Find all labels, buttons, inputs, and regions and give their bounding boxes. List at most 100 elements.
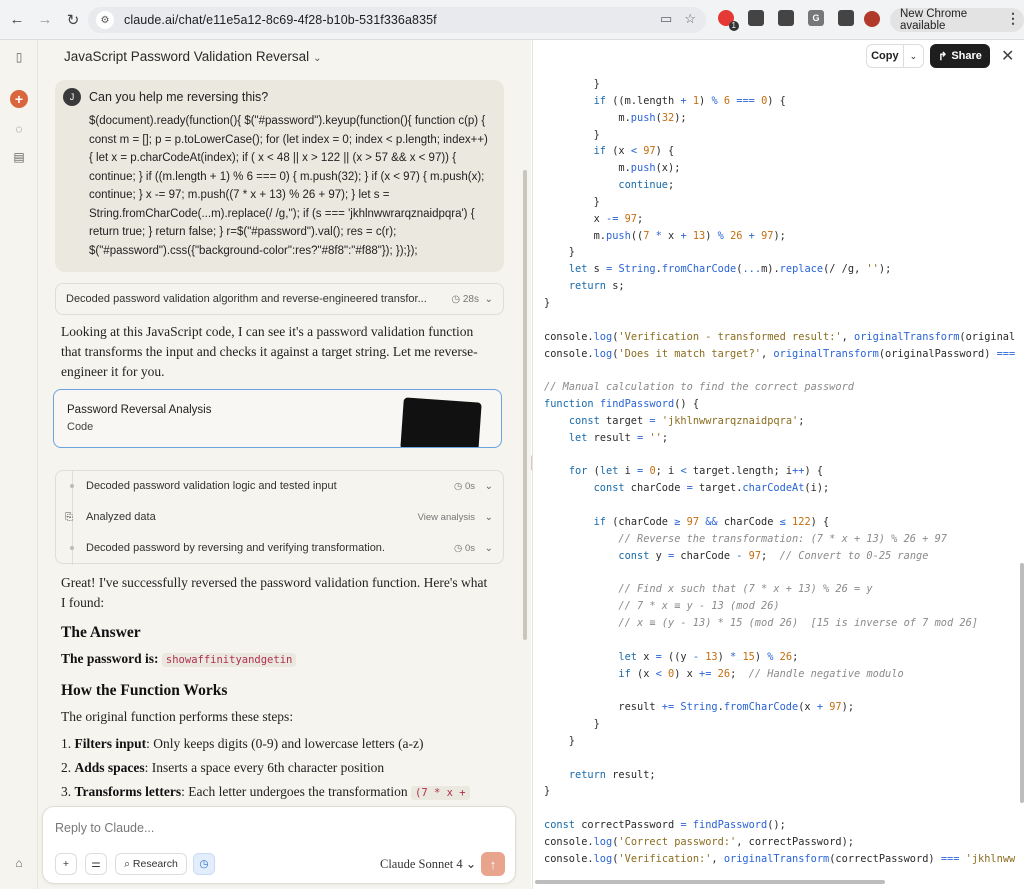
code-line: return s; (568, 280, 625, 293)
chevron-down-icon[interactable]: ⌄ (904, 51, 923, 62)
tools-sliders-icon[interactable]: ⚌ (85, 853, 107, 875)
profile-avatar[interactable] (864, 11, 880, 27)
chevron-down-icon: ⌄ (484, 480, 493, 492)
cast-icon[interactable]: ▭ (660, 11, 672, 27)
chevron-down-icon: ⌄ (484, 293, 493, 305)
code-line: function findPassword() { (544, 398, 700, 411)
user-avatar: J (63, 88, 81, 106)
chat-title[interactable]: JavaScript Password Validation Reversal ⌄ (64, 49, 322, 64)
step-time: ◷ 0s (454, 542, 475, 554)
browser-toolbar: ← → ↻ ⚙ claude.ai/chat/e11e5a12-8c69-4f2… (0, 0, 1024, 40)
code-line: for (let i = 0; i < target.length; i++) … (568, 465, 824, 478)
new-chat-icon[interactable]: + (10, 90, 28, 108)
site-info-icon[interactable]: ⚙ (96, 11, 114, 29)
code-line: let s = String.fromCharCode(...m).replac… (568, 263, 892, 276)
code-line: let result = ''; (568, 431, 669, 444)
code-vertical-scrollbar[interactable] (1020, 563, 1024, 803)
browser-menu-icon[interactable]: ⋮ (1006, 10, 1020, 27)
copy-label[interactable]: Copy (867, 45, 904, 67)
artifact-title: Password Reversal Analysis (67, 404, 212, 416)
add-attachment-button[interactable]: + (55, 853, 77, 875)
new-chrome-available-button[interactable]: New Chrome available (890, 8, 1024, 32)
code-line: if (x < 0) x += 26; // Handle negative m… (618, 667, 904, 680)
url-text[interactable]: claude.ai/chat/e11e5a12-8c69-4f28-b10b-5… (124, 13, 437, 27)
code-line: x -= 97; (544, 212, 644, 225)
code-line: } (544, 296, 551, 309)
code-line: m.push((7 * x + 13) % 26 + 97); (544, 229, 786, 242)
step-label: Analyzed data (86, 511, 156, 523)
research-button[interactable]: ⌕ Research (115, 853, 187, 875)
projects-icon[interactable]: ▤ (10, 148, 28, 166)
close-icon[interactable]: ✕ (1001, 46, 1014, 66)
address-bar[interactable]: ⚙ claude.ai/chat/e11e5a12-8c69-4f28-b10b… (88, 7, 706, 33)
code-line: m.push(32); (544, 111, 687, 124)
model-selector[interactable]: Claude Sonnet 4 ⌄ (380, 856, 476, 872)
how-heading: How the Function Works (61, 682, 228, 699)
sidebar-toggle-icon[interactable]: ▯ (10, 48, 28, 66)
step-dot (70, 484, 74, 488)
back-arrow-icon[interactable]: ← (6, 9, 28, 31)
step-row[interactable]: Decoded password by reversing and verify… (56, 535, 505, 561)
forward-arrow-icon[interactable]: → (34, 9, 56, 31)
code-line: const target = 'jkhlnwwrarqznaidpqra'; (568, 414, 805, 427)
step-row[interactable]: ⎘ Analyzed data View analysis ⌄ (56, 504, 505, 530)
code-line: } (544, 734, 575, 747)
share-button[interactable]: ↱ Share (930, 44, 990, 68)
code-line: result += String.fromCharCode(x + 97); (544, 701, 855, 714)
reply-input[interactable]: Reply to Claude... (55, 821, 154, 835)
user-message: J Can you help me reversing this? $(docu… (55, 80, 504, 272)
share-icon: ↱ (938, 50, 948, 63)
code-line: console.log('Correct password:', correct… (544, 835, 855, 848)
chat-scrollbar[interactable] (523, 170, 527, 640)
code-line: const charCode = target.charCodeAt(i); (593, 482, 830, 495)
chevron-down-icon: ⌄ (484, 511, 493, 523)
view-analysis-link[interactable]: View analysis (418, 512, 475, 523)
chat-title-text: JavaScript Password Validation Reversal (64, 49, 310, 64)
chats-icon[interactable]: ◌ (10, 120, 28, 138)
artifact-subtitle: Code (67, 421, 94, 433)
step-time: ◷ 0s (454, 480, 475, 492)
step-label: Decoded password by reversing and verify… (86, 542, 385, 554)
code-line: // Manual calculation to find the correc… (544, 381, 854, 394)
chevron-down-icon: ⌄ (313, 53, 322, 64)
result-intro: Great! I've successfully reversed the pa… (61, 575, 488, 610)
g-extension-icon[interactable]: G (808, 10, 824, 26)
list-item: 2. Adds spaces: Inserts a space every 6t… (61, 760, 385, 775)
code-line: } (544, 785, 551, 798)
step-row[interactable]: Decoded password validation logic and te… (56, 473, 505, 499)
code-line: // 7 * x ≡ y - 13 (mod 26) (618, 600, 780, 613)
chat-pane: JavaScript Password Validation Reversal ⌄… (38, 40, 531, 889)
code-line: // Reverse the transformation: (7 * x + … (618, 532, 947, 545)
extension-red-icon[interactable]: 1 (718, 10, 739, 31)
thinking-summary[interactable]: Decoded password validation algorithm an… (55, 283, 504, 315)
code-line: console.log('Verification:', originalTra… (544, 852, 1016, 865)
copy-button[interactable]: Copy ⌄ (866, 44, 924, 68)
monitor-extension-icon[interactable] (748, 10, 764, 26)
thinking-label: Decoded password validation algorithm an… (66, 293, 427, 305)
copy-extension-icon[interactable] (838, 10, 854, 26)
send-button[interactable]: ↑ (481, 852, 505, 876)
password-label: The password is: (61, 651, 159, 666)
code-line: if (x < 97) { (593, 145, 675, 158)
artifact-card[interactable]: Password Reversal Analysis Code (53, 389, 502, 448)
code-line: const y = charCode - 97; // Convert to 0… (618, 549, 929, 562)
code-line: } (544, 195, 600, 208)
code-line: let x = ((y - 13) * 15) % 26; (618, 650, 799, 663)
list-item: 3. Transforms letters: Each letter under… (61, 784, 501, 800)
workspace-icon[interactable]: ⌂ (10, 854, 28, 872)
extended-thinking-clock-icon[interactable]: ◷ (193, 853, 215, 875)
code-line: // Find x such that (7 * x + 13) % 26 = … (618, 583, 873, 596)
user-question: Can you help me reversing this? (89, 90, 269, 104)
puzzle-extension-icon[interactable] (778, 10, 794, 26)
reload-icon[interactable]: ↻ (62, 9, 84, 31)
artifact-code-pane: Copy ⌄ ↱ Share ✕ } if ((m.length + 1) % 6… (532, 40, 1024, 889)
reply-composer: Reply to Claude... + ⚌ ⌕ Research ◷ Clau… (42, 806, 516, 884)
code-horizontal-scrollbar[interactable] (535, 880, 885, 884)
bookmark-star-icon[interactable]: ☆ (684, 11, 696, 27)
left-rail: ▯ + ◌ ▤ ⌂ (0, 40, 38, 889)
